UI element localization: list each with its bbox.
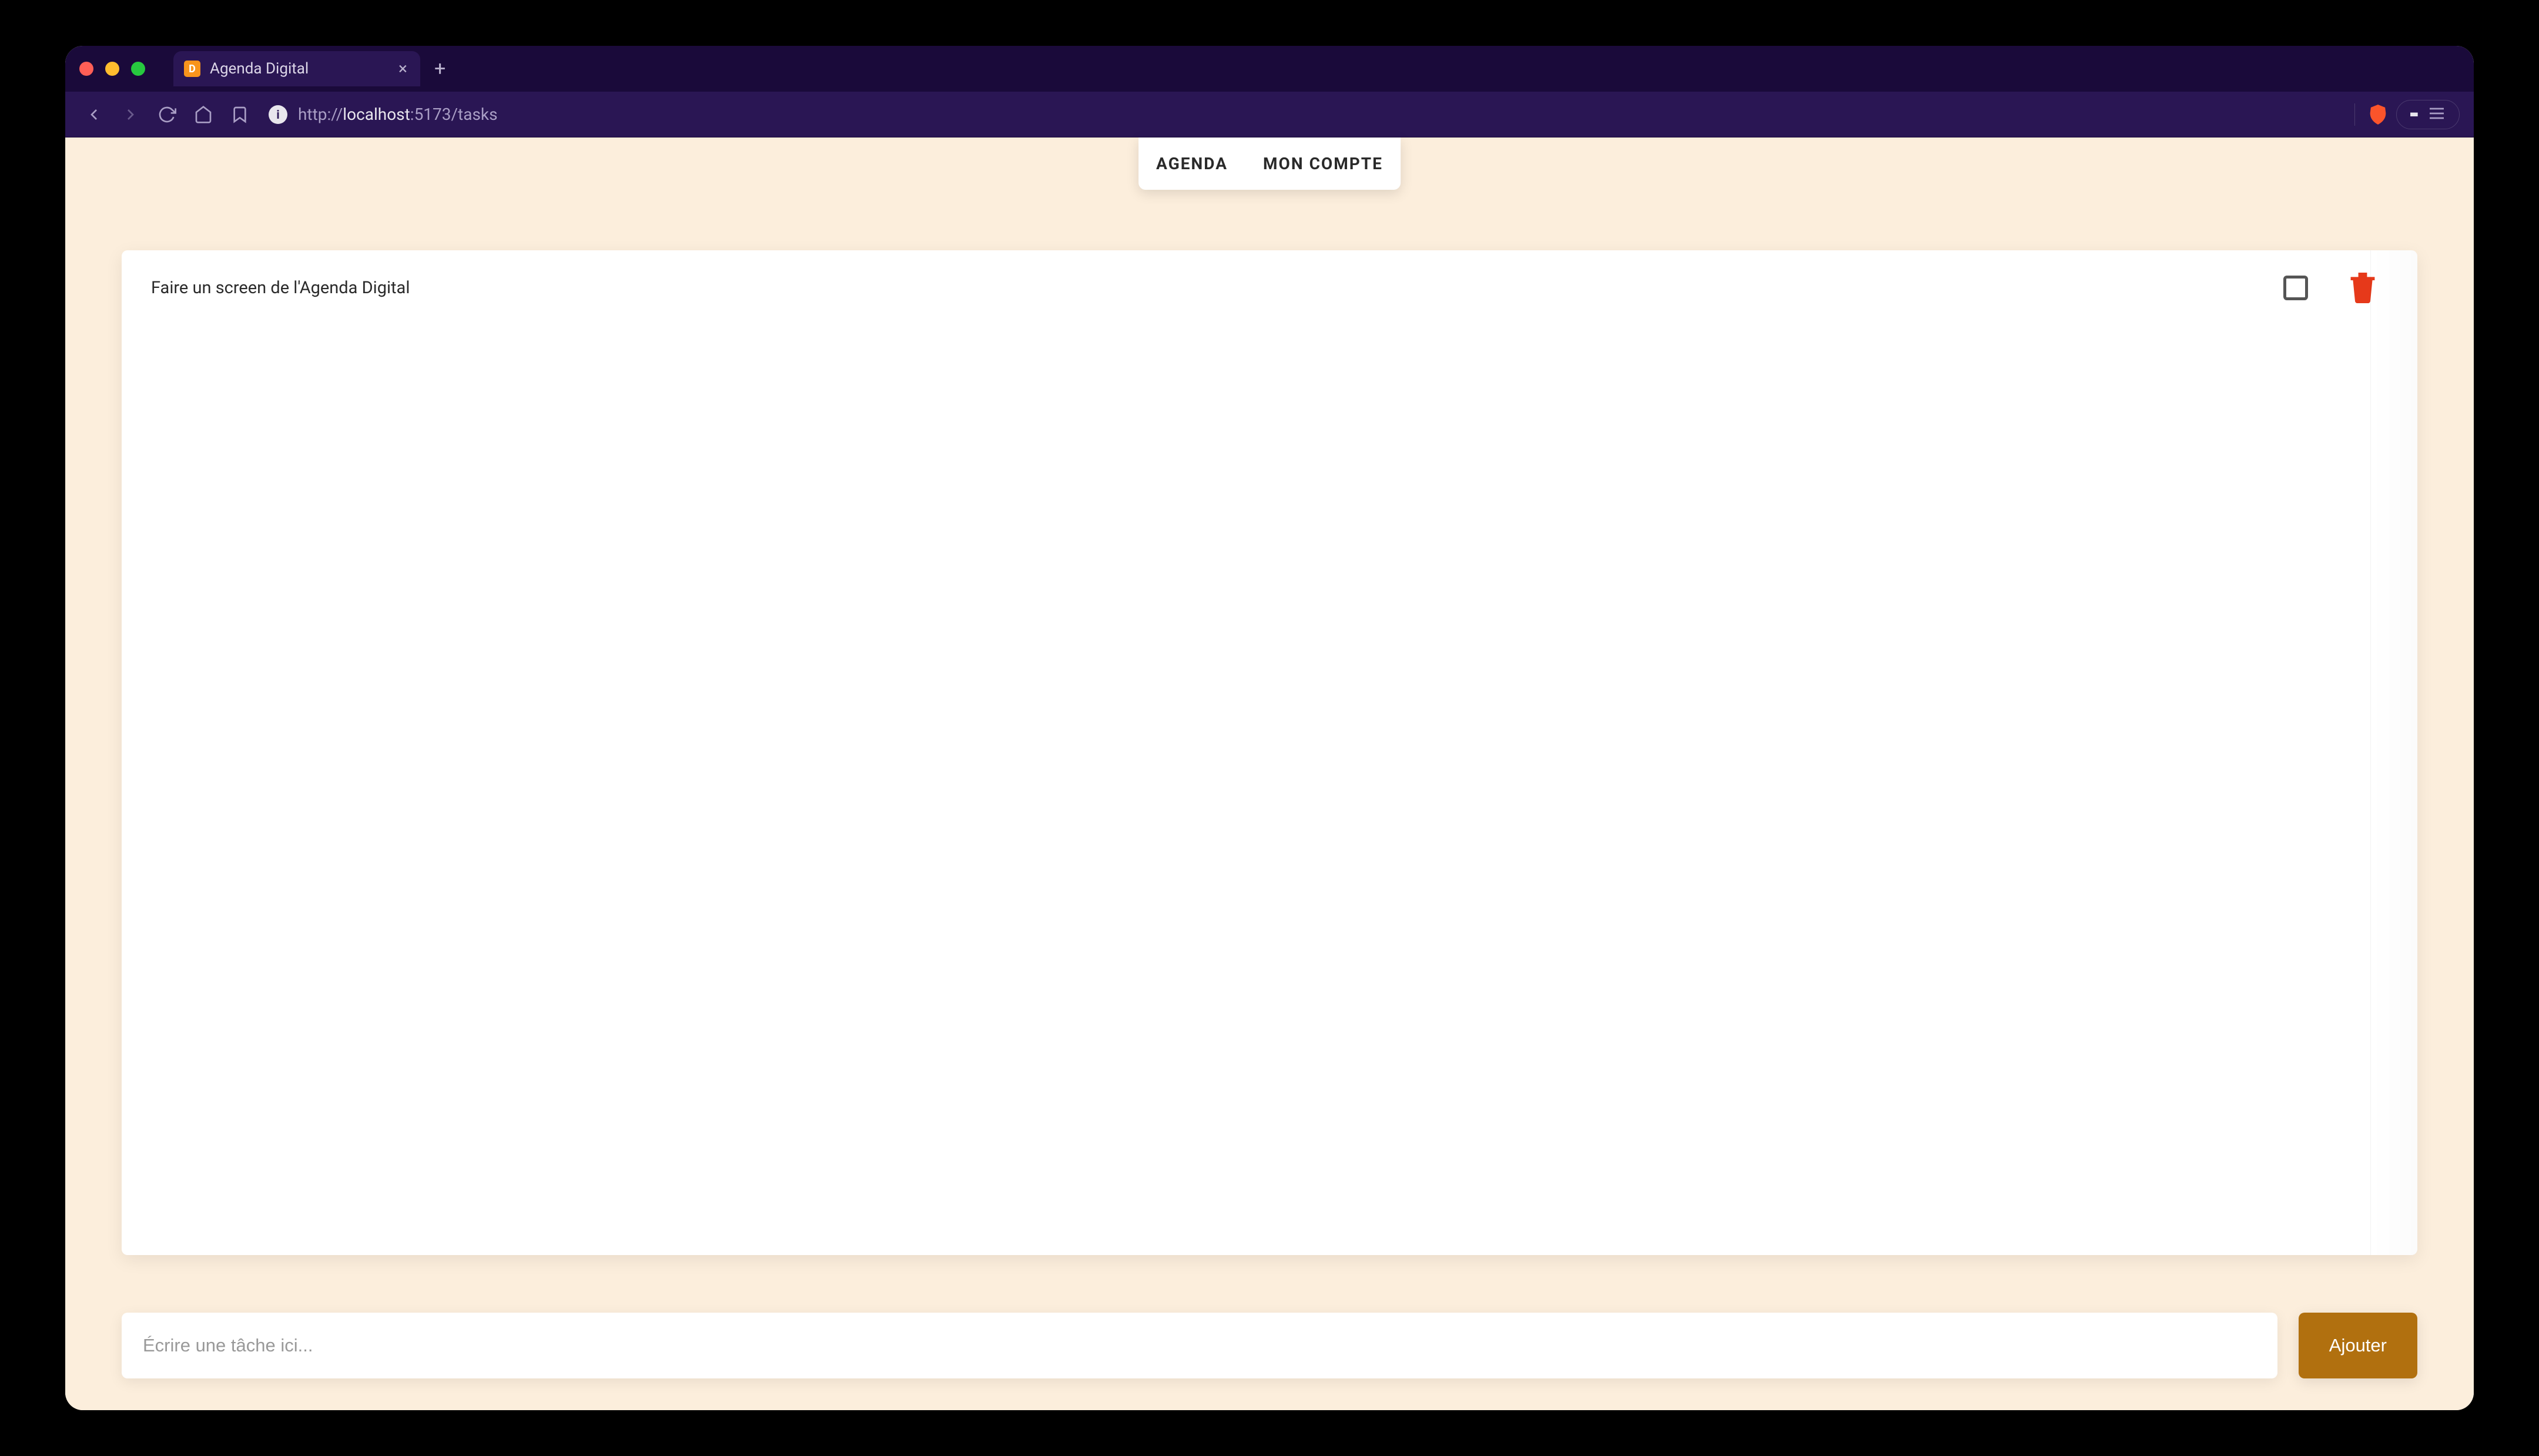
- tab-favicon: D: [184, 61, 200, 77]
- window-minimize-button[interactable]: [105, 62, 119, 76]
- toolbar-divider: [2354, 103, 2355, 126]
- task-checkbox[interactable]: [2283, 276, 2308, 300]
- url-host: localhost: [343, 105, 410, 124]
- browser-toolbar: i http://localhost:5173/tasks ▪▪: [65, 92, 2474, 137]
- add-task-bar: Ajouter: [122, 1313, 2417, 1378]
- task-text: Faire un screen de l'Agenda Digital: [151, 278, 2283, 298]
- toolbar-right: ▪▪: [2350, 100, 2460, 129]
- url-prefix: http://: [298, 105, 343, 124]
- url-field[interactable]: i http://localhost:5173/tasks: [262, 100, 2343, 129]
- new-task-input[interactable]: [122, 1313, 2277, 1378]
- tab-close-button[interactable]: ×: [398, 61, 407, 77]
- site-info-icon[interactable]: i: [269, 105, 287, 124]
- window-close-button[interactable]: [79, 62, 93, 76]
- scrollbar-track[interactable]: [2370, 250, 2417, 1255]
- bookmark-button[interactable]: [225, 100, 254, 129]
- hamburger-menu-icon[interactable]: [2427, 104, 2446, 125]
- window-controls: [79, 62, 163, 76]
- new-tab-button[interactable]: +: [420, 57, 460, 80]
- browser-tab[interactable]: D Agenda Digital ×: [173, 51, 420, 86]
- reader-and-menu: ▪▪: [2396, 100, 2460, 129]
- home-button[interactable]: [189, 100, 218, 129]
- top-nav: AGENDA MON COMPTE: [1138, 137, 1401, 190]
- brave-shield-icon[interactable]: [2369, 105, 2387, 125]
- nav-back-button[interactable]: [79, 100, 109, 129]
- tab-title: Agenda Digital: [210, 60, 309, 78]
- nav-forward-button[interactable]: [116, 100, 145, 129]
- window-maximize-button[interactable]: [131, 62, 145, 76]
- reader-mode-icon[interactable]: ▪▪: [2410, 105, 2417, 123]
- nav-agenda[interactable]: AGENDA: [1138, 137, 1245, 190]
- add-task-button[interactable]: Ajouter: [2299, 1313, 2417, 1378]
- page-content: AGENDA MON COMPTE Faire un screen de l'A…: [65, 137, 2474, 1410]
- task-list-panel: Faire un screen de l'Agenda Digital: [122, 250, 2417, 1255]
- reload-button[interactable]: [152, 100, 182, 129]
- browser-window: D Agenda Digital × + i http://localhost:…: [65, 46, 2474, 1410]
- task-row: Faire un screen de l'Agenda Digital: [122, 250, 2417, 326]
- nav-account[interactable]: MON COMPTE: [1245, 137, 1401, 190]
- url-path: :5173/tasks: [410, 105, 498, 124]
- url-text: http://localhost:5173/tasks: [298, 105, 498, 124]
- browser-tab-bar: D Agenda Digital × +: [65, 46, 2474, 92]
